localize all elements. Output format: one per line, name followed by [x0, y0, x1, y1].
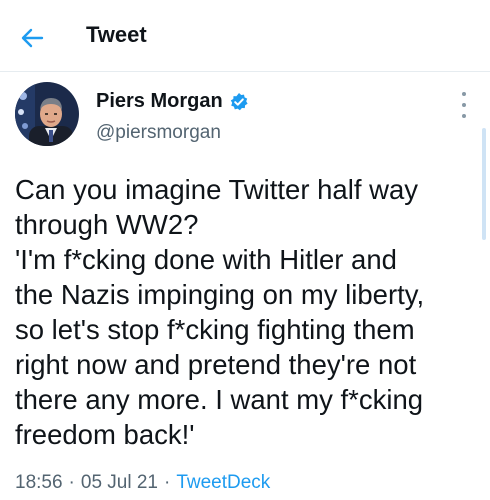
- tweet-text-line: 'I'm f*cking done with Hitler and: [15, 244, 397, 275]
- tweet-date[interactable]: 05 Jul 21: [81, 472, 158, 494]
- author-handle[interactable]: @piersmorgan: [96, 122, 221, 144]
- back-button[interactable]: [14, 22, 50, 54]
- more-options-button[interactable]: [454, 92, 474, 118]
- tweet-source-link[interactable]: TweetDeck: [176, 472, 270, 494]
- separator: ·: [68, 472, 75, 493]
- top-bar: Tweet: [0, 0, 490, 72]
- page-title: Tweet: [86, 22, 147, 47]
- more-dot: [462, 103, 466, 107]
- more-dot: [462, 114, 466, 118]
- more-vertical-icon: [462, 92, 466, 96]
- tweet-meta: 18:56 · 05 Jul 21 · TweetDeck: [15, 472, 270, 494]
- author-name-row: Piers Morgan: [96, 90, 249, 113]
- tweet-text-line: through WW2?: [15, 209, 199, 240]
- tweet-text-line: the Nazis impinging on my liberty,: [15, 279, 425, 310]
- avatar[interactable]: [15, 82, 79, 146]
- tweet-time[interactable]: 18:56: [15, 472, 63, 494]
- author-name[interactable]: Piers Morgan: [96, 90, 223, 113]
- separator: ·: [164, 472, 171, 493]
- back-arrow-icon: [21, 28, 44, 48]
- tweet-text-line: there any more. I want my f*cking: [15, 384, 424, 415]
- verified-badge-icon: [229, 92, 249, 112]
- tweet-text-line: so let's stop f*cking fighting them: [15, 314, 415, 345]
- tweet-text-line: Can you imagine Twitter half way: [15, 174, 419, 205]
- tweet-text: Can you imagine Twitter half way through…: [15, 172, 485, 452]
- tweet-text-line: right now and pretend they're not: [15, 349, 417, 380]
- tweet-text-line: freedom back!': [15, 419, 195, 450]
